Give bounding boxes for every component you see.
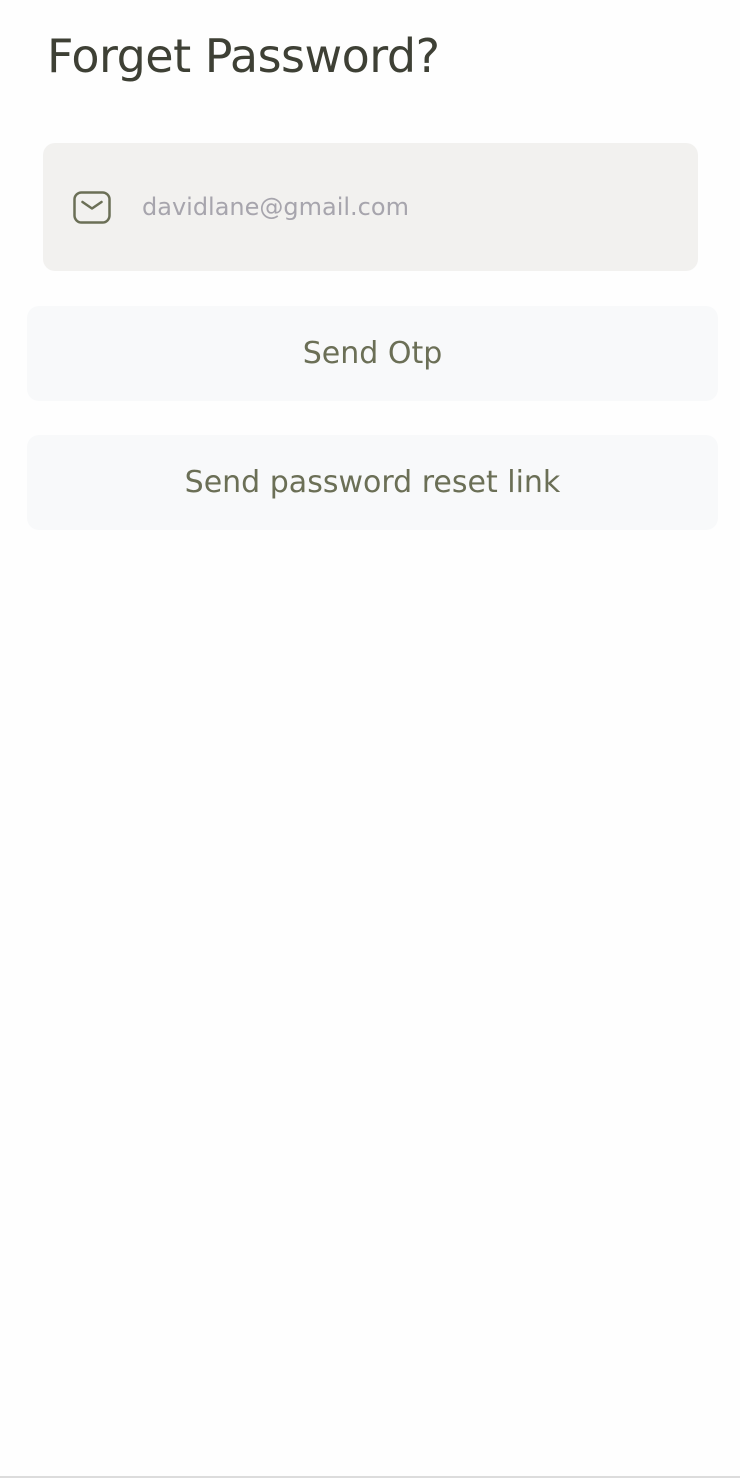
send-password-reset-link-button[interactable]: Send password reset link bbox=[27, 435, 718, 530]
mail-icon bbox=[73, 190, 111, 224]
send-otp-button[interactable]: Send Otp bbox=[27, 306, 718, 401]
forget-password-screen: Forget Password? Send Otp Send password … bbox=[0, 0, 740, 1478]
email-input[interactable] bbox=[142, 193, 642, 221]
email-field[interactable] bbox=[43, 143, 698, 271]
page-title: Forget Password? bbox=[47, 29, 440, 83]
